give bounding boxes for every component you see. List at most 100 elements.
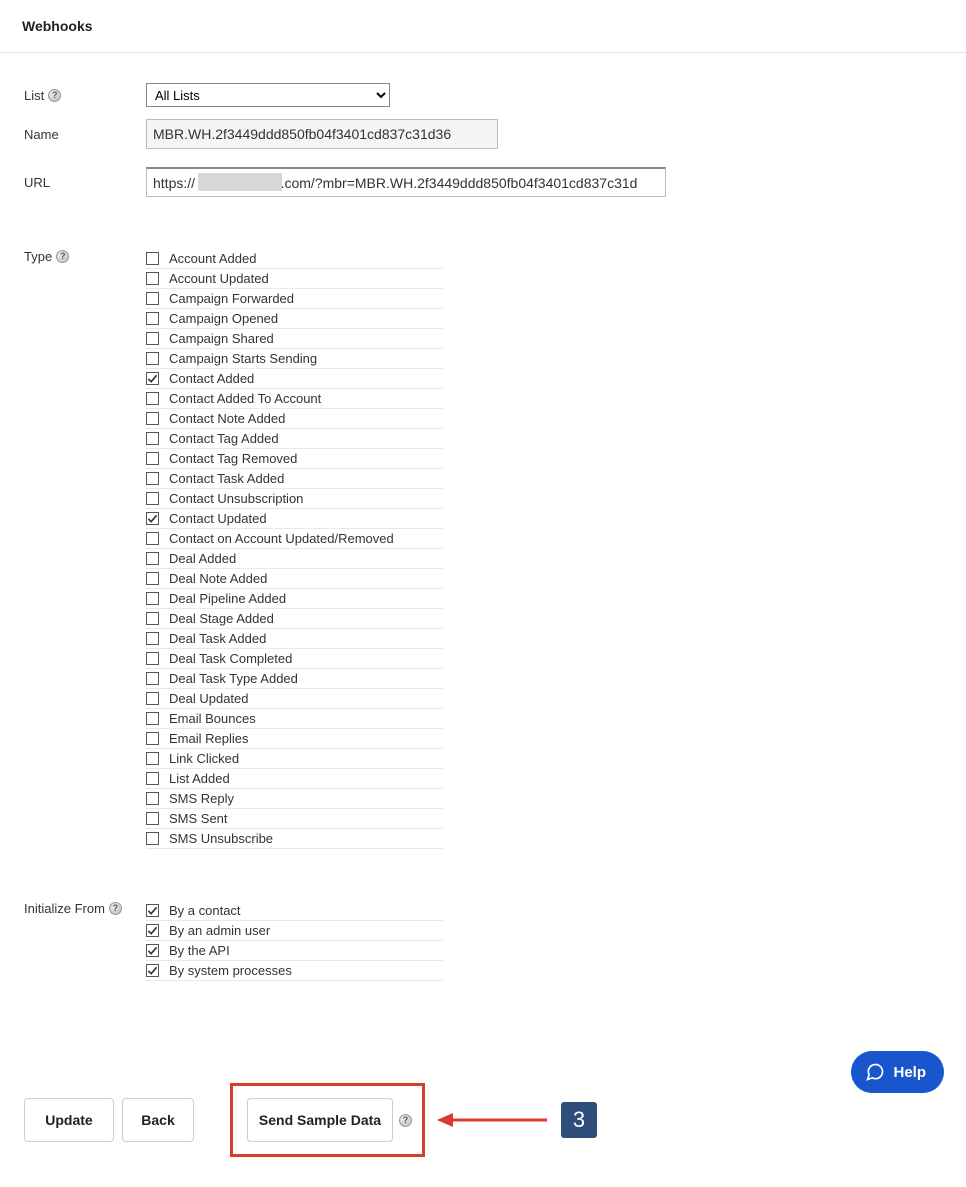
type-option-checkbox[interactable]: [146, 412, 159, 425]
type-option-checkbox[interactable]: [146, 512, 159, 525]
type-option-row: Contact Note Added: [146, 409, 443, 429]
type-option-row: Campaign Forwarded: [146, 289, 443, 309]
type-option-label: Deal Note Added: [169, 571, 267, 586]
type-label-wrap: Type ?: [24, 249, 146, 264]
type-option-label: Deal Updated: [169, 691, 249, 706]
back-button[interactable]: Back: [122, 1098, 194, 1142]
help-icon[interactable]: ?: [56, 250, 69, 263]
type-option-checkbox[interactable]: [146, 292, 159, 305]
row-name: Name: [24, 119, 944, 149]
type-option-checkbox[interactable]: [146, 312, 159, 325]
type-option-checkbox[interactable]: [146, 252, 159, 265]
init-option-checkbox[interactable]: [146, 924, 159, 937]
type-option-checkbox[interactable]: [146, 772, 159, 785]
type-option-row: Deal Stage Added: [146, 609, 443, 629]
type-option-checkbox[interactable]: [146, 352, 159, 365]
init-label: Initialize From: [24, 901, 105, 916]
init-option-label: By a contact: [169, 903, 241, 918]
type-option-label: Campaign Shared: [169, 331, 274, 346]
send-sample-data-button[interactable]: Send Sample Data: [247, 1098, 393, 1142]
type-option-row: Contact on Account Updated/Removed: [146, 529, 443, 549]
init-option-label: By the API: [169, 943, 230, 958]
type-option-checkbox[interactable]: [146, 492, 159, 505]
help-icon[interactable]: ?: [48, 89, 61, 102]
url-label: URL: [24, 175, 50, 190]
url-label-wrap: URL: [24, 175, 146, 190]
type-option-label: Email Bounces: [169, 711, 256, 726]
init-option-checkbox[interactable]: [146, 964, 159, 977]
type-option-checkbox[interactable]: [146, 672, 159, 685]
help-icon[interactable]: ?: [109, 902, 122, 915]
update-button[interactable]: Update: [24, 1098, 114, 1142]
type-option-checkbox[interactable]: [146, 632, 159, 645]
type-option-checkbox[interactable]: [146, 812, 159, 825]
init-option-label: By system processes: [169, 963, 292, 978]
type-option-label: Contact Task Added: [169, 471, 284, 486]
type-option-label: Contact Added: [169, 371, 254, 386]
type-option-checkbox[interactable]: [146, 732, 159, 745]
list-select[interactable]: All Lists: [146, 83, 390, 107]
type-option-row: Deal Added: [146, 549, 443, 569]
type-option-row: SMS Reply: [146, 789, 443, 809]
type-option-label: Deal Task Completed: [169, 651, 292, 666]
type-option-label: Contact Added To Account: [169, 391, 321, 406]
init-option-checkbox[interactable]: [146, 944, 159, 957]
list-label: List: [24, 88, 44, 103]
type-option-row: Contact Added To Account: [146, 389, 443, 409]
type-option-label: Contact on Account Updated/Removed: [169, 531, 394, 546]
type-option-row: Email Bounces: [146, 709, 443, 729]
type-option-row: Contact Task Added: [146, 469, 443, 489]
row-type: Type ? Account AddedAccount UpdatedCampa…: [24, 249, 944, 849]
type-option-checkbox[interactable]: [146, 272, 159, 285]
type-option-checkbox[interactable]: [146, 332, 159, 345]
type-option-row: Campaign Shared: [146, 329, 443, 349]
row-url: URL: [24, 167, 944, 197]
type-option-row: Email Replies: [146, 729, 443, 749]
type-option-checkbox[interactable]: [146, 452, 159, 465]
init-option-row: By system processes: [146, 961, 443, 981]
type-option-checkbox[interactable]: [146, 792, 159, 805]
type-option-checkbox[interactable]: [146, 612, 159, 625]
help-widget[interactable]: Help: [851, 1051, 944, 1093]
type-option-row: Deal Task Completed: [146, 649, 443, 669]
type-option-label: Deal Task Type Added: [169, 671, 298, 686]
type-option-checkbox[interactable]: [146, 692, 159, 705]
list-label-wrap: List ?: [24, 88, 146, 103]
type-option-checkbox[interactable]: [146, 572, 159, 585]
annotation-arrow: [437, 1110, 547, 1130]
init-checklist: By a contactBy an admin userBy the APIBy…: [146, 901, 443, 981]
type-option-label: Contact Note Added: [169, 411, 285, 426]
type-option-label: Link Clicked: [169, 751, 239, 766]
type-option-checkbox[interactable]: [146, 592, 159, 605]
type-option-row: Account Added: [146, 249, 443, 269]
type-option-checkbox[interactable]: [146, 392, 159, 405]
help-label: Help: [893, 1064, 926, 1081]
type-option-checkbox[interactable]: [146, 472, 159, 485]
type-option-checkbox[interactable]: [146, 372, 159, 385]
url-input[interactable]: [146, 167, 666, 197]
init-label-wrap: Initialize From ?: [24, 901, 146, 916]
type-option-checkbox[interactable]: [146, 652, 159, 665]
type-option-checkbox[interactable]: [146, 712, 159, 725]
type-option-label: Contact Unsubscription: [169, 491, 303, 506]
init-option-checkbox[interactable]: [146, 904, 159, 917]
help-icon[interactable]: ?: [399, 1114, 412, 1127]
type-option-label: Email Replies: [169, 731, 248, 746]
type-option-checkbox[interactable]: [146, 752, 159, 765]
type-option-row: SMS Sent: [146, 809, 443, 829]
type-option-checkbox[interactable]: [146, 432, 159, 445]
name-label: Name: [24, 127, 59, 142]
type-option-checkbox[interactable]: [146, 552, 159, 565]
type-option-row: Deal Task Added: [146, 629, 443, 649]
type-option-checkbox[interactable]: [146, 832, 159, 845]
type-option-label: Campaign Starts Sending: [169, 351, 317, 366]
name-label-wrap: Name: [24, 127, 146, 142]
row-list: List ? All Lists: [24, 83, 944, 107]
page-header: Webhooks: [0, 0, 966, 53]
type-option-checkbox[interactable]: [146, 532, 159, 545]
type-option-label: Deal Task Added: [169, 631, 266, 646]
type-option-row: Deal Pipeline Added: [146, 589, 443, 609]
type-option-label: Deal Added: [169, 551, 236, 566]
webhook-form: List ? All Lists Name URL Type ? Account…: [0, 53, 966, 1083]
name-input[interactable]: [146, 119, 498, 149]
